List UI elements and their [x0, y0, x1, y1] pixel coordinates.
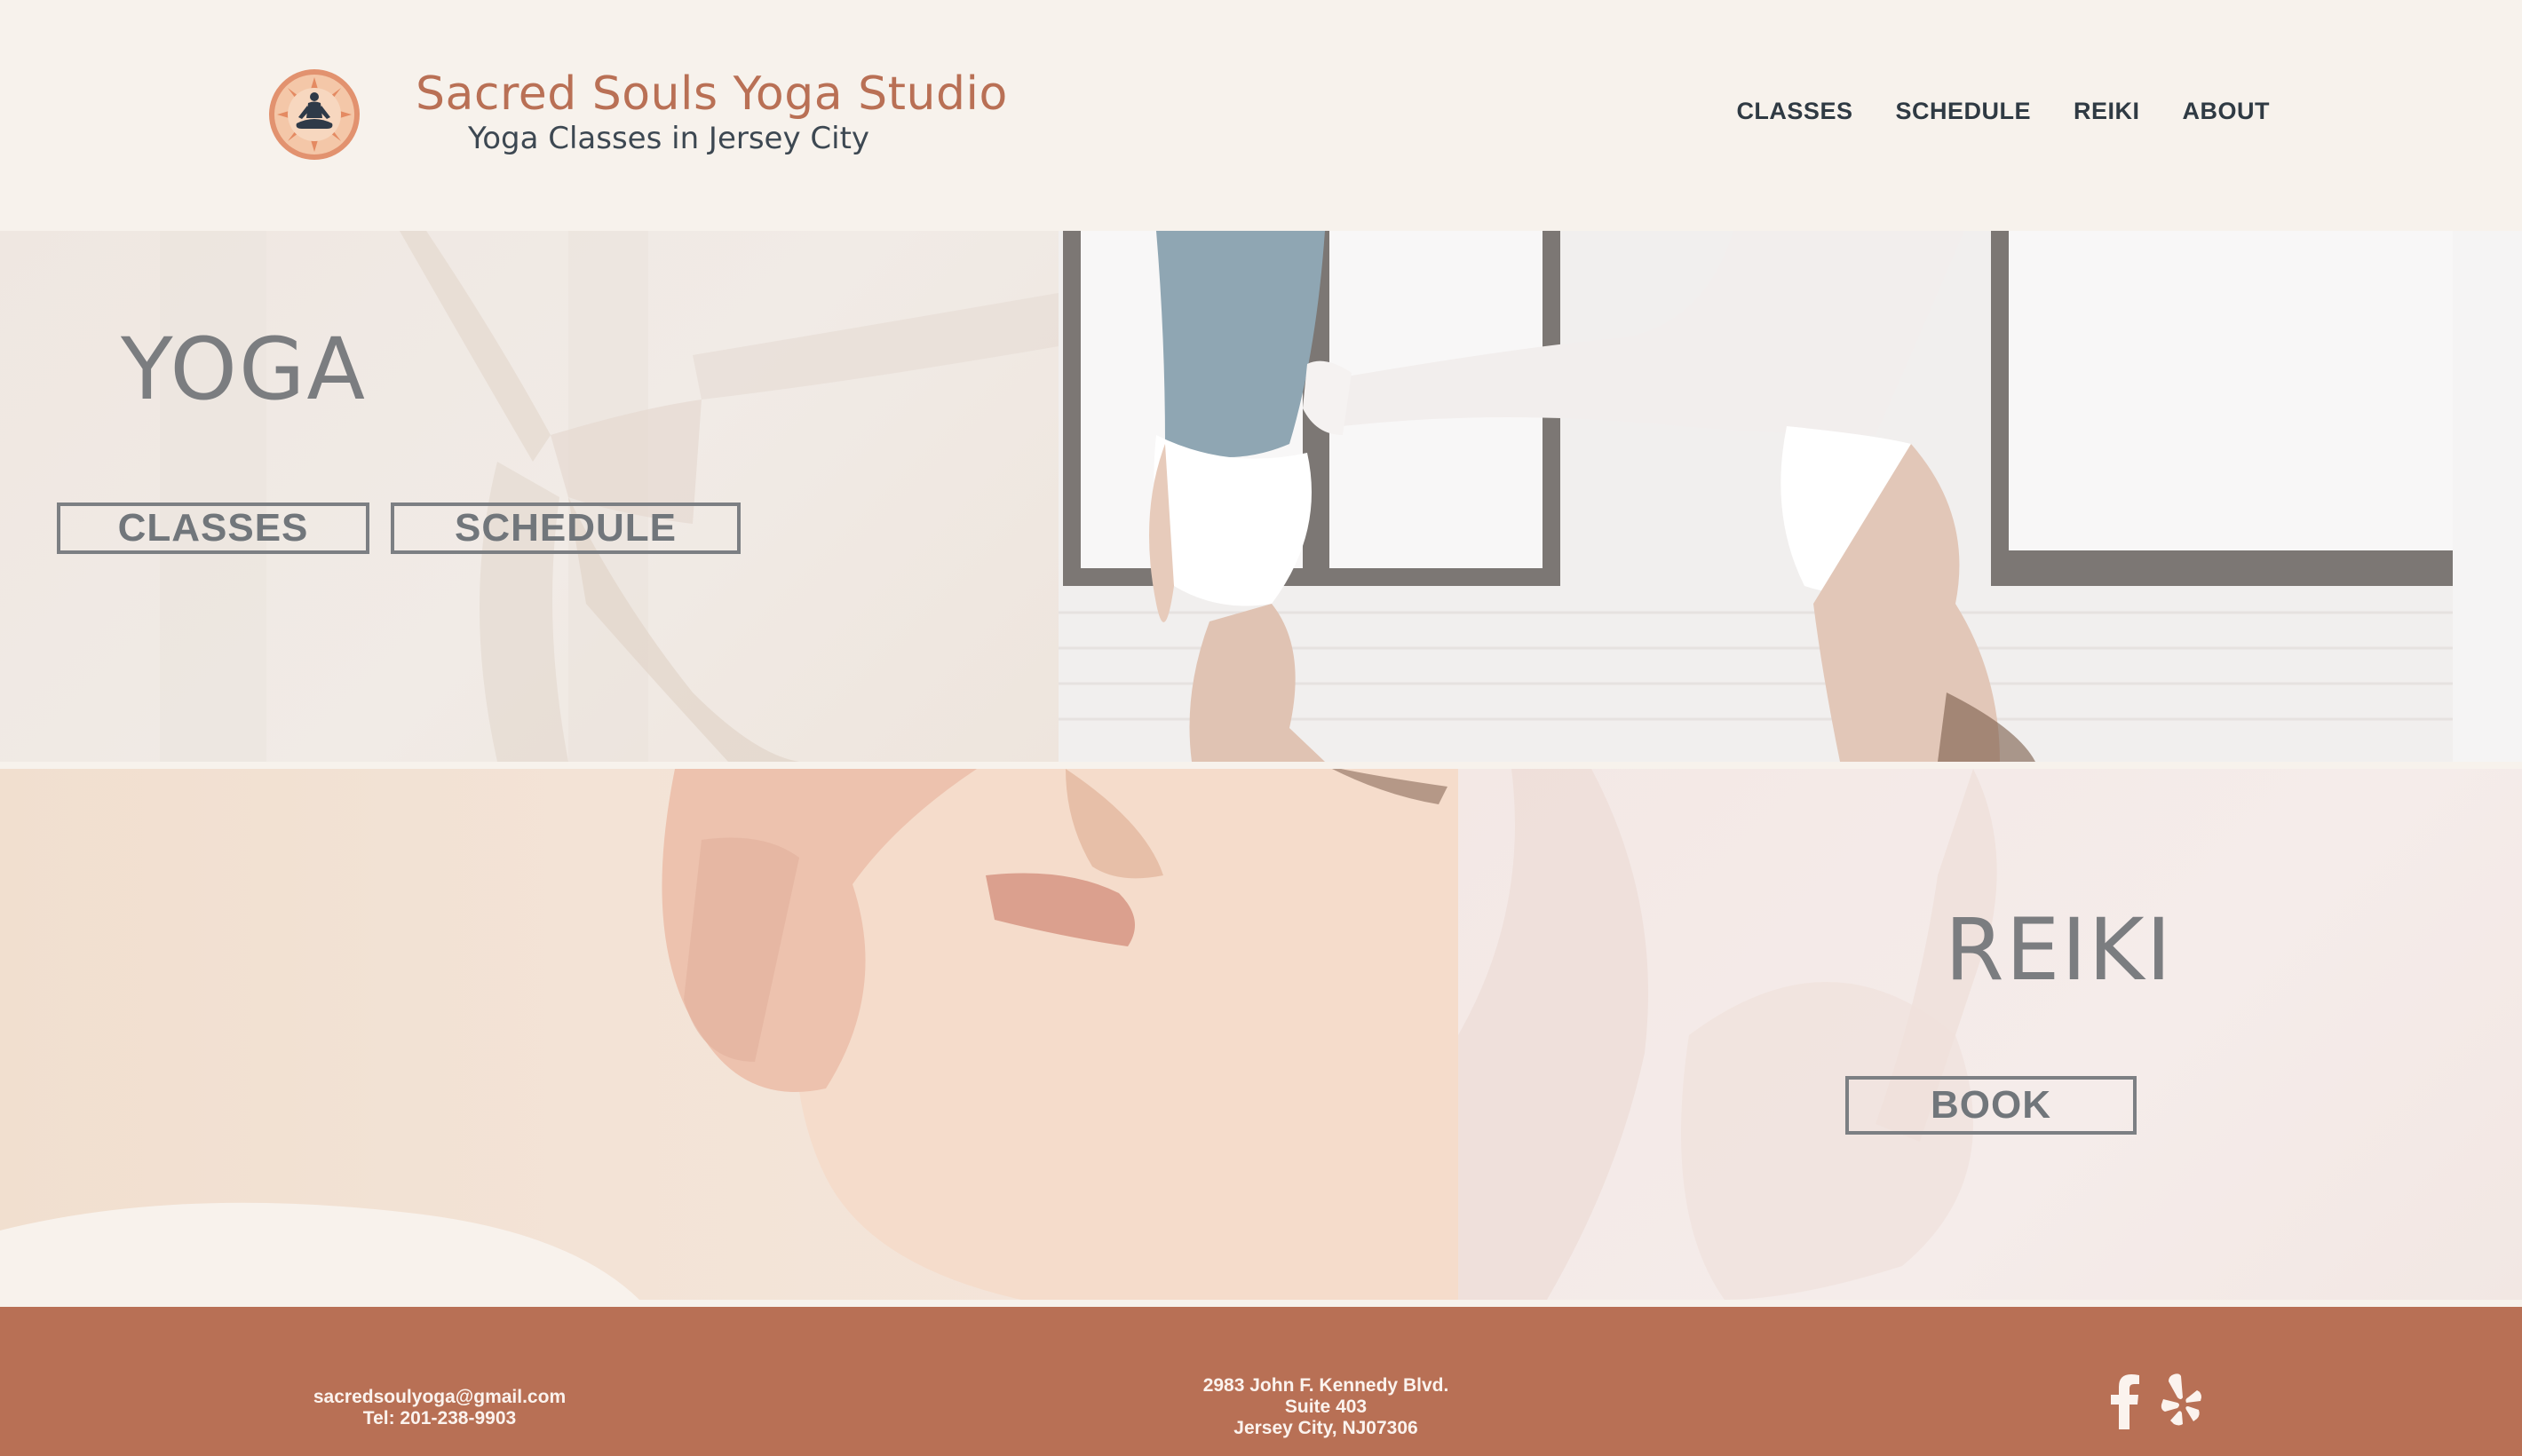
schedule-button[interactable]: SCHEDULE: [391, 502, 741, 554]
reiki-heading: REIKI: [1945, 900, 2173, 1000]
address-line-2: Suite 403: [1284, 1397, 1368, 1417]
yoga-photo-panel: [1059, 231, 2522, 762]
nav-schedule[interactable]: SCHEDULE: [1895, 98, 2031, 125]
classes-button[interactable]: CLASSES: [57, 502, 369, 554]
reiki-panel: REIKI: [1458, 769, 2522, 1300]
facebook-icon[interactable]: [2108, 1373, 2140, 1429]
site-header: Sacred Souls Yoga Studio Yoga Classes in…: [0, 0, 2522, 231]
reiki-hands-background: [1458, 769, 1997, 1300]
yoga-heading: YOGA: [121, 320, 368, 419]
site-title[interactable]: Sacred Souls Yoga Studio: [416, 67, 1007, 121]
yoga-background-photo: [160, 231, 1059, 762]
footer-email[interactable]: sacredsoulyoga@gmail.com: [262, 1387, 617, 1408]
nav-classes[interactable]: CLASSES: [1736, 98, 1852, 125]
reiki-face-photo: [0, 769, 1458, 1300]
handstand-photo: [1059, 231, 2522, 762]
reiki-photo-panel: [0, 769, 1458, 1300]
site-subtitle: Yoga Classes in Jersey City: [467, 121, 870, 156]
yoga-panel: YOGA: [0, 231, 1059, 762]
yelp-icon[interactable]: [2160, 1373, 2202, 1426]
address-line-1: 2983 John F. Kennedy Blvd.: [1202, 1375, 1449, 1396]
footer-phone[interactable]: Tel: 201-238-9903: [262, 1408, 617, 1429]
footer-address: 2983 John F. Kennedy Blvd. Suite 403 Jer…: [1148, 1375, 1503, 1439]
footer-contact: sacredsoulyoga@gmail.com Tel: 201-238-99…: [262, 1387, 617, 1429]
nav-about[interactable]: ABOUT: [2183, 98, 2271, 125]
main-nav: CLASSES SCHEDULE REIKI ABOUT: [1736, 98, 2270, 125]
address-line-3: Jersey City, NJ07306: [1233, 1418, 1418, 1438]
book-button[interactable]: BOOK: [1845, 1076, 2137, 1135]
meditation-mandala-icon[interactable]: [268, 68, 361, 161]
nav-reiki[interactable]: REIKI: [2074, 98, 2140, 125]
